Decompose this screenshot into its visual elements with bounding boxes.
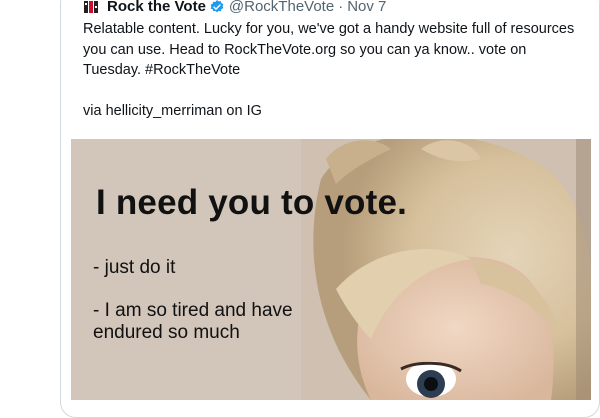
tweet-body: Relatable content. Lucky for you, we've … [83, 19, 583, 81]
rock-the-vote-logo-icon[interactable] [83, 0, 99, 14]
tweet-header: Rock the Vote @RockTheVote · Nov 7 [83, 0, 386, 14]
tweet-media-image[interactable]: I need you to vote. - just do it - I am … [71, 139, 591, 400]
tweet-date[interactable]: Nov 7 [347, 0, 386, 14]
meme-title: I need you to vote. [96, 183, 408, 222]
header-separator: · [338, 0, 344, 14]
tweet-via-credit: via hellicity_merriman on IG [83, 103, 262, 119]
tweet-text: Relatable content. Lucky for you, we've … [83, 21, 575, 78]
verified-badge-icon [209, 0, 225, 14]
author-name[interactable]: Rock the Vote [107, 0, 206, 14]
meme-line-1: - just do it [93, 257, 176, 278]
author-handle[interactable]: @RockTheVote [229, 0, 334, 14]
meme-line-2: - I am so tired and have endured so much [93, 300, 293, 343]
